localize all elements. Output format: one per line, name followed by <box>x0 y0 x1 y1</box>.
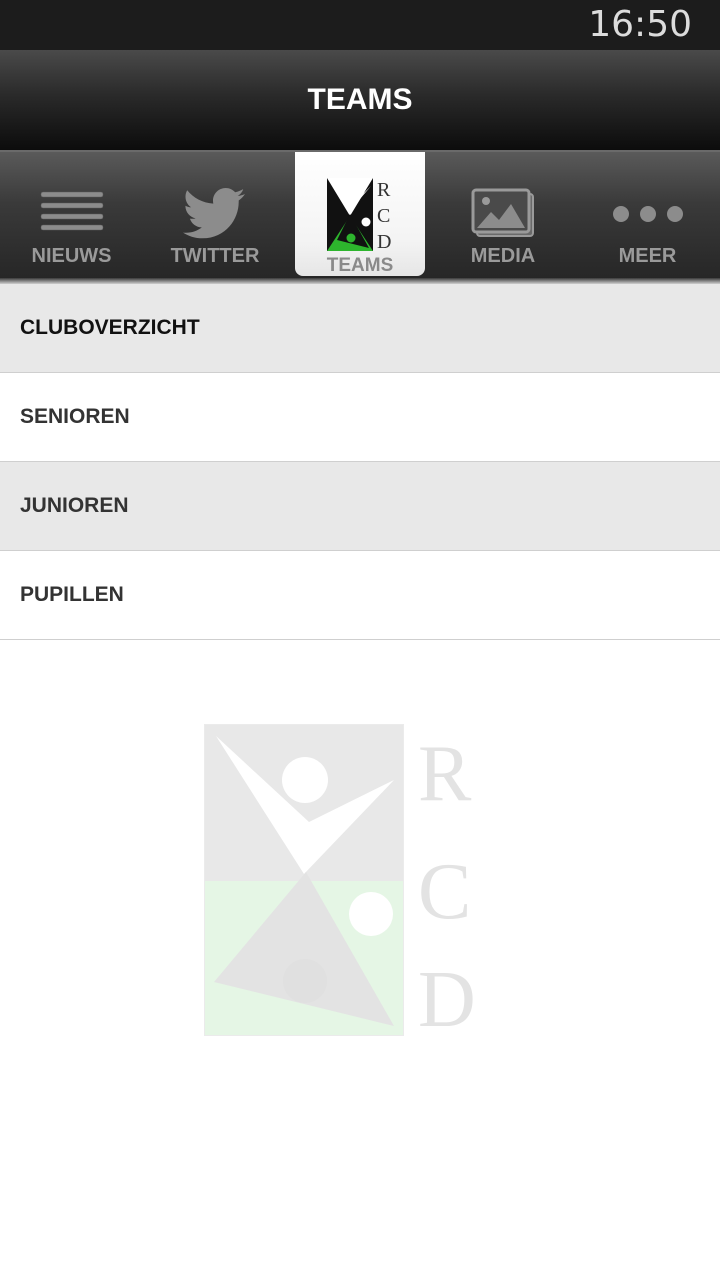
twitter-bird-icon <box>183 188 245 239</box>
list-item-label: JUNIOREN <box>20 494 129 517</box>
watermark-letter-r: R <box>418 730 472 818</box>
more-dots-icon <box>612 206 683 222</box>
list-item-senioren[interactable]: SENIOREN <box>0 373 720 462</box>
tab-label: MEDIA <box>470 245 536 267</box>
tab-label: TEAMS <box>326 255 394 276</box>
watermark-letter-d: D <box>418 956 476 1038</box>
list-item-junioren[interactable]: JUNIOREN <box>0 462 720 551</box>
rcd-logo-icon: R C D <box>327 178 391 253</box>
tab-media[interactable]: MEDIA <box>431 152 575 278</box>
tab-nieuws[interactable]: NIEUWS <box>0 152 143 278</box>
teams-screen: 16:50 TEAMS NIEUWS TWITTER R C D TEAMS M… <box>0 0 720 1280</box>
tab-teams[interactable]: R C D TEAMS <box>295 152 425 276</box>
list-item-label: CLUBOVERZICHT <box>20 316 200 339</box>
status-time: 16:50 <box>588 4 692 45</box>
svg-text:C: C <box>377 205 390 227</box>
tab-label: TWITTER <box>170 245 260 267</box>
watermark-letter-c: C <box>418 848 471 936</box>
tab-bar: NIEUWS TWITTER R C D TEAMS MEDIA MEER <box>0 150 720 280</box>
tab-label: MEER <box>618 245 677 267</box>
list-item-clubsoverzicht[interactable]: CLUBOVERZICHT <box>0 284 720 373</box>
menu-lines-icon <box>40 191 103 231</box>
rcd-watermark-logo: R C D <box>204 724 476 1038</box>
tab-meer[interactable]: MEER <box>575 152 720 278</box>
photos-icon <box>471 188 534 237</box>
teams-list: CLUBOVERZICHT SENIOREN JUNIOREN PUPILLEN <box>0 284 720 640</box>
list-item-label: SENIOREN <box>20 405 130 428</box>
page-title: TEAMS <box>307 83 413 116</box>
status-bar: 16:50 <box>0 0 720 50</box>
list-item-pupillen[interactable]: PUPILLEN <box>0 551 720 640</box>
svg-text:R: R <box>377 179 391 201</box>
tab-twitter[interactable]: TWITTER <box>143 152 287 278</box>
tab-label: NIEUWS <box>31 245 112 267</box>
title-bar: TEAMS <box>0 50 720 150</box>
list-item-label: PUPILLEN <box>20 583 124 606</box>
svg-text:D: D <box>377 231 391 253</box>
